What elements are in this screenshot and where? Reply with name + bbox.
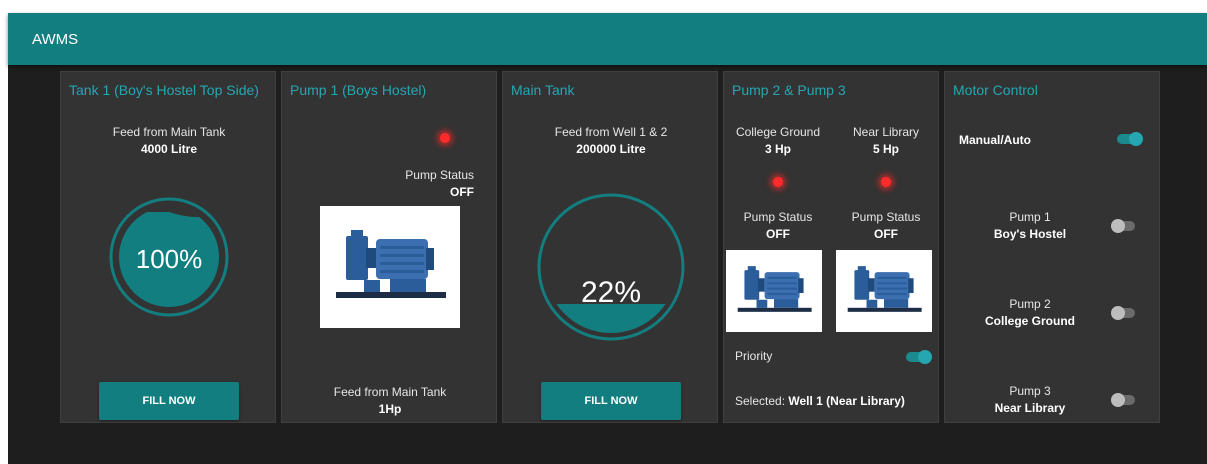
pump3-power: 5 Hp xyxy=(872,142,899,156)
manual-auto-toggle[interactable] xyxy=(1117,132,1143,146)
tank1-title: Tank 1 (Boy's Hostel Top Side) xyxy=(69,82,259,98)
pump1-toggle[interactable] xyxy=(1111,219,1135,233)
main-tank-title: Main Tank xyxy=(511,82,575,98)
pump1-status-label: Pump Status xyxy=(405,168,474,182)
pump23-card: Pump 2 & Pump 3 College Ground 3 Hp Near… xyxy=(723,71,939,423)
priority-label: Priority xyxy=(735,349,773,363)
pump2-control-location: College Ground xyxy=(985,314,1075,328)
centrifugal-pump-icon xyxy=(336,230,446,298)
main-tank-level-text: 22% xyxy=(581,276,641,309)
centrifugal-pump-icon xyxy=(847,266,922,312)
pump3-status-label: Pump Status xyxy=(851,210,921,224)
main-tank-feed-label: Feed from Well 1 & 2 xyxy=(554,125,668,139)
pump3-control-name: Pump 3 xyxy=(1009,384,1051,398)
pump1-card: Pump 1 (Boys Hostel) Pump Status OFF Fee… xyxy=(281,71,497,423)
pump2-power: 3 Hp xyxy=(764,142,791,156)
selected-label: Selected: xyxy=(735,394,786,408)
pump2-image xyxy=(726,250,822,332)
main-tank-fill-now-button[interactable]: FILL NOW xyxy=(541,382,681,420)
pump2-toggle[interactable] xyxy=(1111,306,1135,320)
app-bar: AWMS xyxy=(8,13,1207,65)
pump2-status-value: OFF xyxy=(766,227,790,241)
pump3-status-value: OFF xyxy=(874,227,898,241)
main-tank-gauge: 22% xyxy=(537,193,685,341)
pump1-title: Pump 1 (Boys Hostel) xyxy=(290,82,427,98)
pump1-status-led xyxy=(440,133,450,143)
app-window: AWMS Tank 1 (Boy's Hostel Top Side) Feed… xyxy=(8,13,1207,464)
pump1-control-name: Pump 1 xyxy=(1009,210,1051,224)
pump1-image xyxy=(320,206,460,328)
pump1-feed-label: Feed from Main Tank xyxy=(333,385,447,399)
tank1-capacity: 4000 Litre xyxy=(140,142,198,156)
pump23-title: Pump 2 & Pump 3 xyxy=(732,82,846,98)
pump2-control-name: Pump 2 xyxy=(1009,297,1051,311)
selected-well: Selected: Well 1 (Near Library) xyxy=(735,393,905,410)
selected-value: Well 1 (Near Library) xyxy=(788,394,905,408)
pump3-location: Near Library xyxy=(852,125,920,139)
manual-auto-label: Manual/Auto xyxy=(959,133,1031,147)
pump1-power: 1Hp xyxy=(378,402,402,416)
pump3-status-led xyxy=(881,177,891,187)
centrifugal-pump-icon xyxy=(737,266,812,312)
pump2-status-led xyxy=(773,177,783,187)
main-tank-card: Main Tank Feed from Well 1 & 2 200000 Li… xyxy=(502,71,718,423)
tank1-gauge: 100% xyxy=(109,197,229,317)
tank1-fill-now-button[interactable]: FILL NOW xyxy=(99,382,239,420)
pump1-control-location: Boy's Hostel xyxy=(993,227,1067,241)
pump1-status-value: OFF xyxy=(450,185,474,199)
pump3-control-location: Near Library xyxy=(994,401,1066,415)
app-title: AWMS xyxy=(32,31,79,48)
pump3-toggle[interactable] xyxy=(1111,393,1135,407)
main-tank-capacity: 200000 Litre xyxy=(576,142,646,156)
tank1-card: Tank 1 (Boy's Hostel Top Side) Feed from… xyxy=(60,71,276,423)
motor-control-title: Motor Control xyxy=(953,82,1038,98)
priority-toggle[interactable] xyxy=(906,350,932,364)
pump2-location: College Ground xyxy=(735,125,821,139)
pump2-status-label: Pump Status xyxy=(743,210,813,224)
motor-control-card: Motor Control Manual/Auto Pump 1 Boy's H… xyxy=(944,71,1160,423)
pump3-image xyxy=(836,250,932,332)
tank1-level-text: 100% xyxy=(136,244,203,274)
tank1-feed-label: Feed from Main Tank xyxy=(112,125,226,139)
